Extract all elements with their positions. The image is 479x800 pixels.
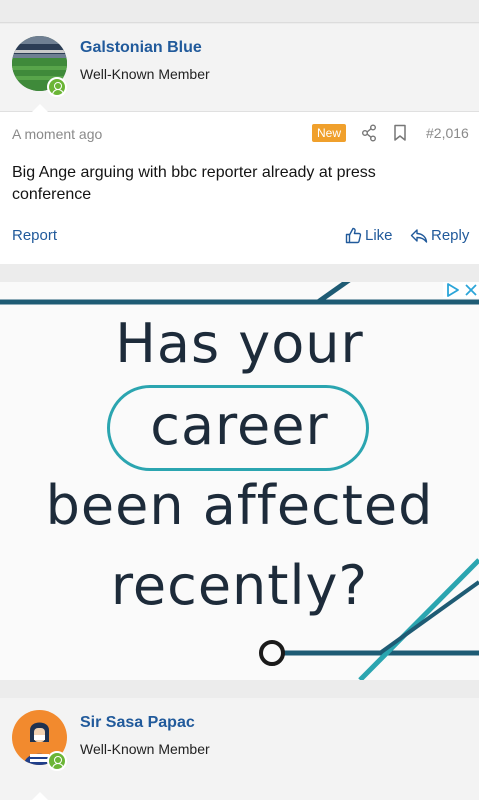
post-separator — [0, 680, 479, 698]
user-title: Well-Known Member — [80, 741, 210, 757]
ad-controls — [443, 282, 479, 298]
report-link[interactable]: Report — [12, 227, 57, 244]
new-badge: New — [312, 124, 347, 142]
like-label: Like — [365, 227, 393, 244]
reply-label: Reply — [431, 227, 470, 244]
post-message: Big Ange arguing with bbc reporter alrea… — [12, 164, 376, 203]
ad-line-4: recently? — [110, 554, 369, 617]
share-icon[interactable] — [361, 124, 377, 147]
post-2016: Galstonian Blue Well-Known Member A mome… — [0, 24, 479, 264]
adchoices-icon[interactable] — [445, 282, 461, 298]
username[interactable]: Galstonian Blue — [80, 39, 202, 57]
top-gap — [0, 0, 479, 24]
ad-highlight-pill — [107, 385, 369, 471]
post-next: Sir Sasa Papac Well-Known Member — [0, 698, 479, 800]
close-icon[interactable] — [464, 283, 478, 297]
user-online-icon — [47, 751, 67, 771]
advertisement-banner[interactable]: Has your career been affected recently? — [0, 282, 479, 680]
bookmark-icon[interactable] — [393, 124, 407, 147]
username[interactable]: Sir Sasa Papac — [80, 714, 195, 732]
user-title: Well-Known Member — [80, 66, 210, 82]
post-number[interactable]: #2,016 — [426, 125, 469, 141]
user-online-icon — [47, 77, 67, 97]
post-timestamp[interactable]: A moment ago — [12, 126, 102, 142]
reply-button[interactable]: Reply — [410, 227, 469, 244]
ad-line-1: Has your — [115, 312, 364, 375]
post-separator — [0, 264, 479, 282]
thumbs-up-icon — [345, 227, 362, 244]
like-button[interactable]: Like — [345, 227, 393, 244]
post-user-header: Galstonian Blue Well-Known Member — [0, 24, 479, 112]
reply-icon — [410, 228, 428, 243]
header-caret — [31, 792, 49, 800]
ad-line-3: been affected — [45, 474, 434, 537]
header-caret — [31, 104, 49, 113]
